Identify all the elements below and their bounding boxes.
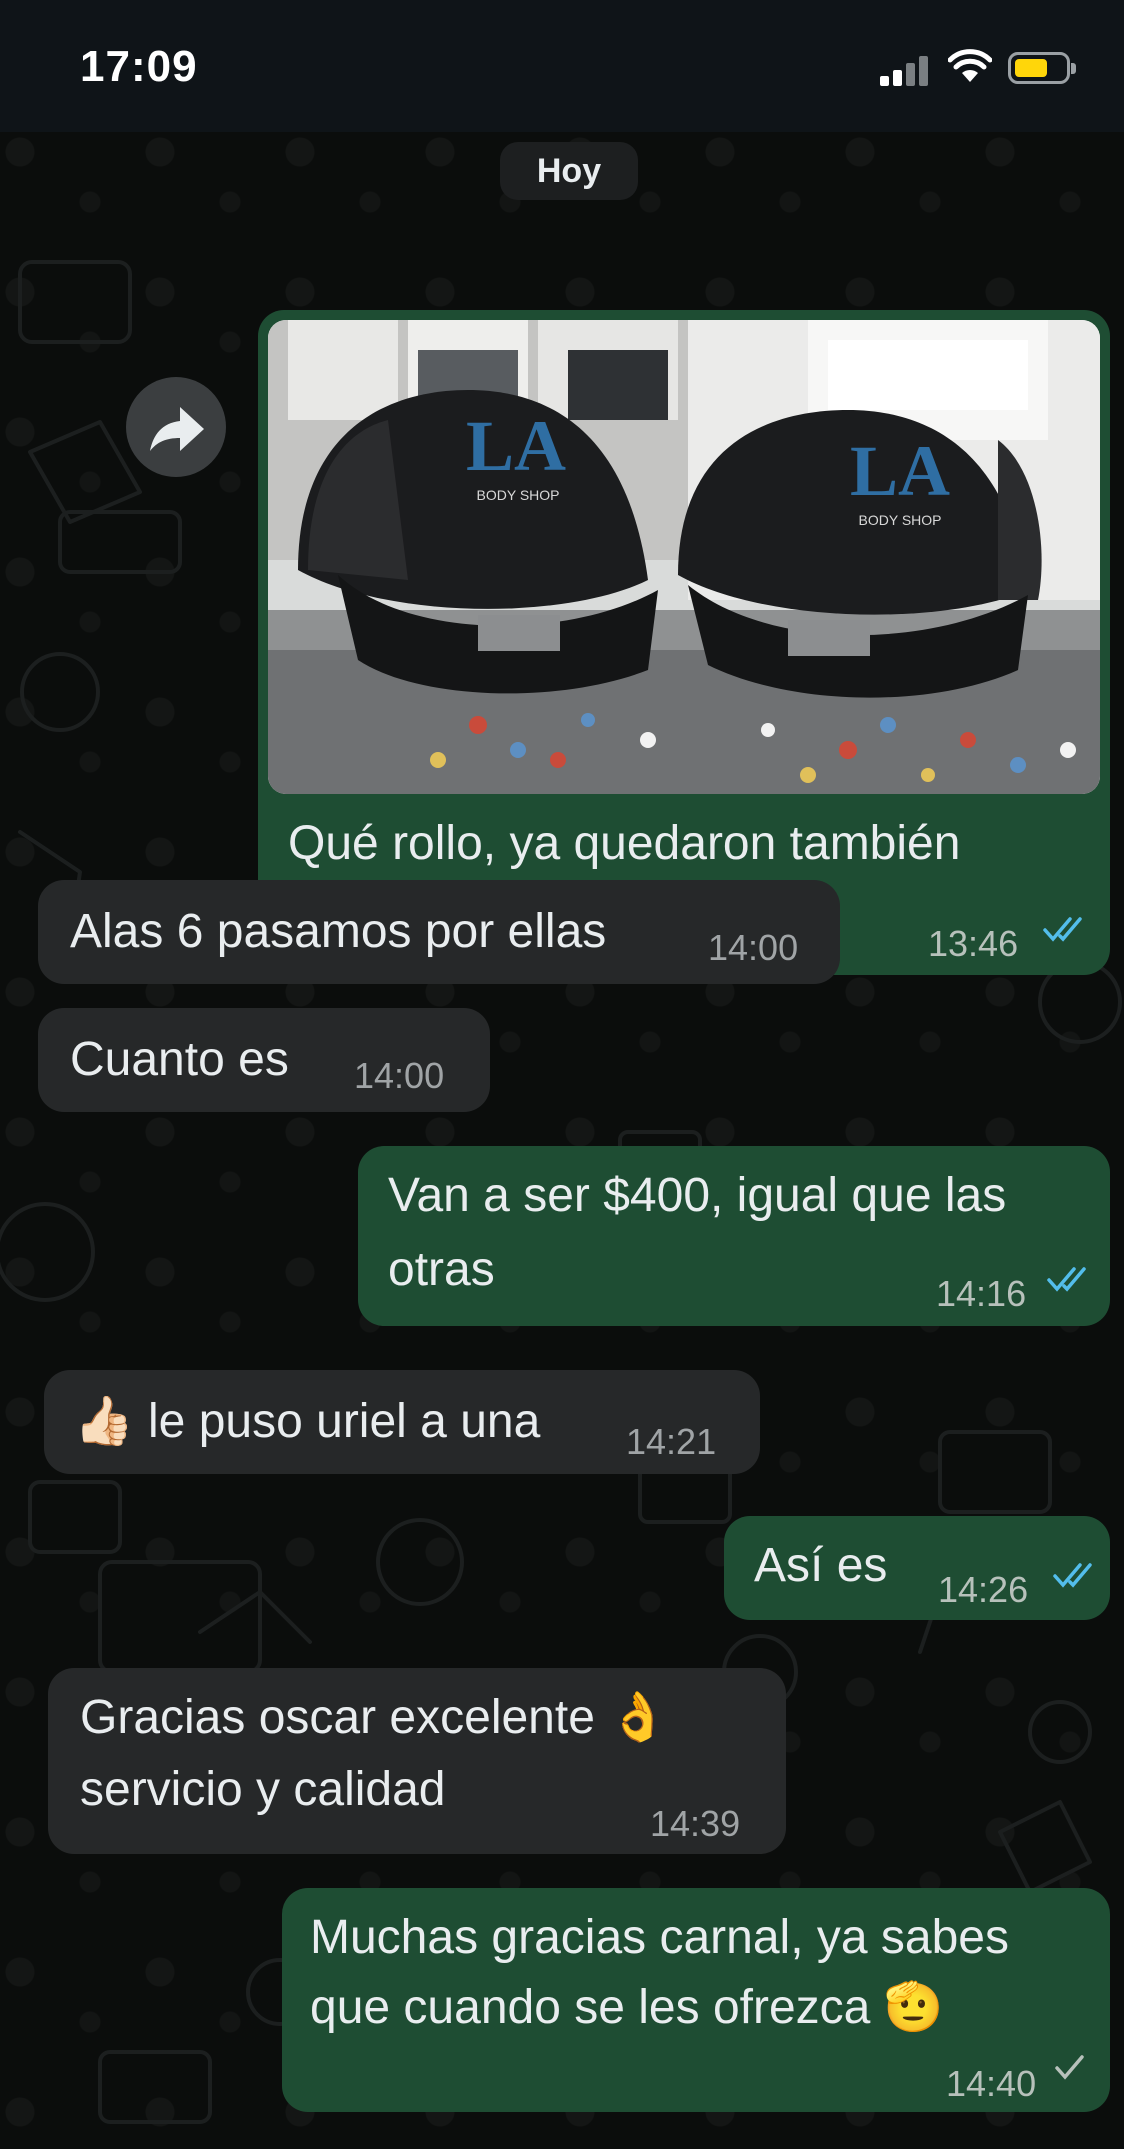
message-bubble-outgoing[interactable]: Así es 14:26 bbox=[724, 1516, 1110, 1620]
message-text-line: Van a ser $400, igual que las bbox=[388, 1169, 1007, 1222]
message-bubble-incoming[interactable]: Gracias oscar excelente 👌 servicio y cal… bbox=[48, 1668, 786, 1854]
message-time: 14:16 bbox=[936, 1273, 1027, 1314]
svg-text:LA: LA bbox=[850, 431, 950, 511]
message-time: 14:40 bbox=[946, 2063, 1037, 2104]
message-text: Así es bbox=[754, 1539, 888, 1592]
message-time: 14:21 bbox=[626, 1421, 717, 1462]
message-time: 14:00 bbox=[708, 927, 799, 968]
message-bubble-outgoing[interactable]: LA BODY SHOP LA BODY SHOP Qué rollo, ya … bbox=[258, 310, 1110, 975]
cellular-signal-icon bbox=[880, 56, 932, 86]
message-time: 14:26 bbox=[938, 1569, 1029, 1610]
thumbs-up-emoji: 👍🏻 bbox=[74, 1395, 134, 1448]
message-bubble-incoming[interactable]: 👍🏻 le puso uriel a una 14:21 bbox=[44, 1370, 760, 1474]
read-ticks-icon bbox=[1053, 1563, 1092, 1588]
forward-arrow-icon bbox=[150, 407, 204, 451]
message-time: 14:39 bbox=[650, 1803, 741, 1844]
svg-text:LA: LA bbox=[466, 406, 566, 486]
read-ticks-icon bbox=[1047, 1267, 1086, 1292]
read-ticks-icon bbox=[1043, 917, 1082, 942]
message-bubble-incoming[interactable]: Cuanto es 14:00 bbox=[38, 1008, 490, 1112]
message-text: le puso uriel a una bbox=[148, 1395, 541, 1448]
status-time: 17:09 bbox=[80, 42, 198, 91]
message-text: Cuanto es bbox=[70, 1033, 289, 1086]
message-text-line: Gracias oscar excelente 👌 bbox=[80, 1691, 668, 1744]
status-bar: 17:09 bbox=[0, 0, 1124, 132]
svg-text:BODY SHOP: BODY SHOP bbox=[859, 512, 942, 528]
message-text-line: Muchas gracias carnal, ya sabes bbox=[310, 1911, 1009, 1964]
message-text: Alas 6 pasamos por ellas bbox=[70, 905, 607, 958]
svg-text:BODY SHOP: BODY SHOP bbox=[477, 487, 560, 503]
message-time: 14:00 bbox=[354, 1055, 445, 1096]
message-text-line: otras bbox=[388, 1243, 495, 1296]
chat-area[interactable]: Hoy LA BODY SHOP LA BODY SHOP Qué rollo,… bbox=[0, 132, 1124, 2149]
message-bubble-outgoing[interactable]: Muchas gracias carnal, ya sabes que cuan… bbox=[282, 1888, 1110, 2112]
message-text-line: servicio y calidad bbox=[80, 1763, 446, 1816]
message-time: 13:46 bbox=[928, 923, 1019, 964]
date-chip: Hoy bbox=[500, 142, 638, 200]
wifi-icon bbox=[948, 49, 992, 82]
photo-of-two-black-caps: LA BODY SHOP LA BODY SHOP bbox=[268, 320, 1100, 794]
message-text-line: que cuando se les ofrezca 🫡 bbox=[310, 1981, 944, 2034]
message-bubble-outgoing[interactable]: Van a ser $400, igual que las otras 14:1… bbox=[358, 1146, 1110, 1326]
battery-icon bbox=[1008, 52, 1076, 84]
message-photo[interactable]: LA BODY SHOP LA BODY SHOP bbox=[268, 320, 1100, 794]
message-text-line: Qué rollo, ya quedaron también bbox=[288, 817, 961, 870]
message-bubble-incoming[interactable]: Alas 6 pasamos por ellas 14:00 bbox=[38, 880, 840, 984]
sent-tick-icon bbox=[1055, 2055, 1084, 2080]
forward-button[interactable] bbox=[126, 377, 226, 477]
